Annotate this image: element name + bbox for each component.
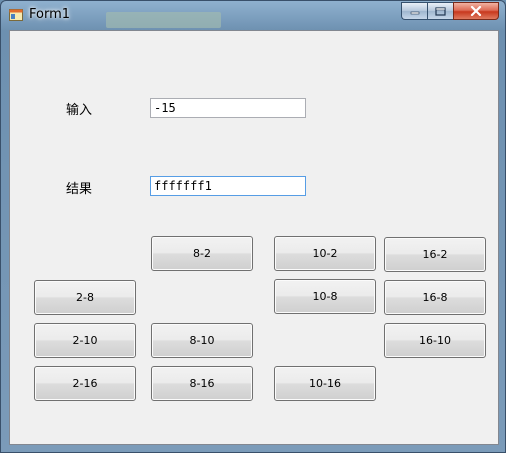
window-title: Form1 (29, 7, 71, 22)
convert-8-to-16-button[interactable]: 8-16 (151, 366, 253, 401)
convert-2-to-8-button[interactable]: 2-8 (34, 280, 136, 315)
convert-10-to-2-button[interactable]: 10-2 (274, 236, 376, 271)
maximize-icon (435, 6, 446, 16)
convert-2-to-16-button[interactable]: 2-16 (34, 366, 136, 401)
form-client-area: 输入 结果 8-2 10-2 16-2 2-8 10-8 16-8 2-10 8… (9, 30, 499, 445)
convert-10-to-8-button[interactable]: 10-8 (274, 279, 376, 314)
result-field[interactable] (150, 176, 306, 196)
title-bar[interactable]: Form1 (1, 1, 505, 29)
app-icon (9, 9, 23, 21)
input-label: 输入 (66, 103, 93, 118)
convert-16-to-8-button[interactable]: 16-8 (384, 280, 486, 315)
close-button[interactable] (453, 2, 499, 20)
input-field[interactable] (150, 98, 306, 118)
close-icon (470, 6, 482, 16)
minimize-icon (410, 11, 419, 15)
maximize-button[interactable] (427, 2, 453, 20)
convert-10-to-16-button[interactable]: 10-16 (274, 366, 376, 401)
convert-16-to-10-button[interactable]: 16-10 (384, 323, 486, 358)
background-window-blur (106, 12, 221, 28)
convert-8-to-2-button[interactable]: 8-2 (151, 236, 253, 271)
result-label: 结果 (66, 182, 93, 197)
minimize-button[interactable] (401, 2, 427, 20)
caption-buttons (401, 2, 499, 21)
form1-window: Form1 输入 结果 8-2 10-2 16-2 2-8 10-8 16-8 … (0, 0, 506, 453)
convert-16-to-2-button[interactable]: 16-2 (384, 237, 486, 272)
convert-8-to-10-button[interactable]: 8-10 (151, 323, 253, 358)
convert-2-to-10-button[interactable]: 2-10 (34, 323, 136, 358)
